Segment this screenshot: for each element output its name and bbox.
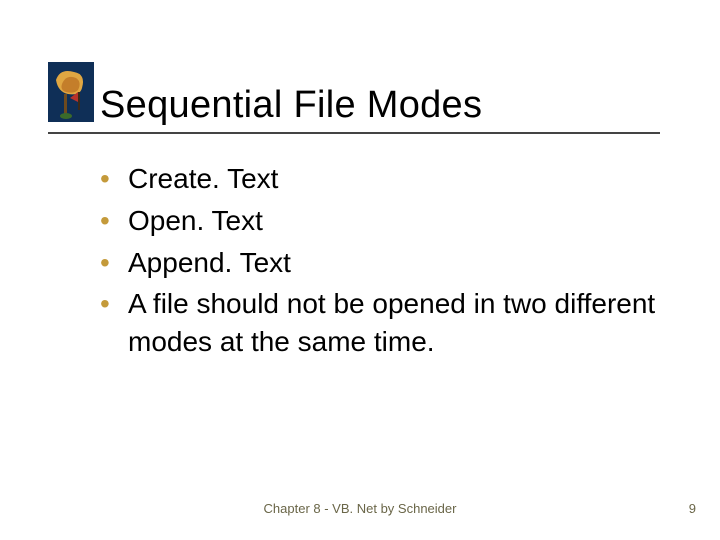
slide-title: Sequential File Modes xyxy=(100,84,482,127)
corner-illustration-icon xyxy=(48,62,94,122)
list-item: Create. Text xyxy=(100,160,660,198)
list-item: Append. Text xyxy=(100,244,660,282)
slide: Sequential File Modes Create. Text Open.… xyxy=(0,0,720,540)
title-underline xyxy=(48,132,660,134)
bullet-text: Append. Text xyxy=(128,247,291,278)
bullet-text: A file should not be opened in two diffe… xyxy=(128,288,655,357)
footer-text: Chapter 8 - VB. Net by Schneider xyxy=(0,501,720,516)
bullet-list: Create. Text Open. Text Append. Text A f… xyxy=(100,160,660,365)
list-item: Open. Text xyxy=(100,202,660,240)
page-number: 9 xyxy=(689,501,696,516)
list-item: A file should not be opened in two diffe… xyxy=(100,285,660,361)
bullet-text: Open. Text xyxy=(128,205,263,236)
bullet-text: Create. Text xyxy=(128,163,278,194)
